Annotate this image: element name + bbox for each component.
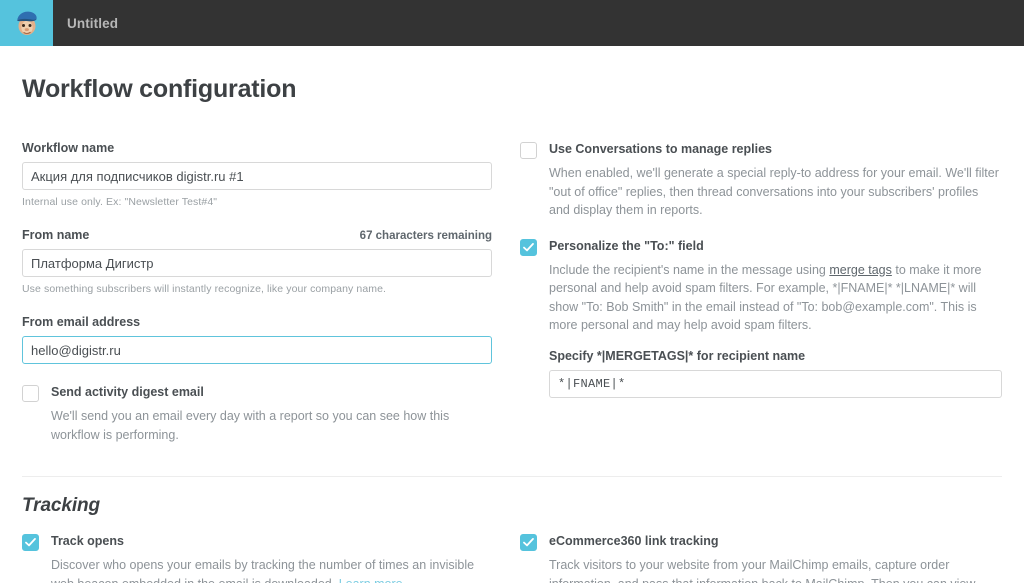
- track-opens-description: Discover who opens your emails by tracki…: [51, 556, 492, 583]
- workflow-name-field: Workflow name Internal use only. Ex: "Ne…: [22, 141, 492, 208]
- ecommerce360-row[interactable]: eCommerce360 link tracking Track visitor…: [520, 533, 1002, 583]
- tracking-columns: Track opens Discover who opens your emai…: [22, 533, 1002, 583]
- ecommerce360-description: Track visitors to your website from your…: [549, 556, 1002, 583]
- tracking-right-column: eCommerce360 link tracking Track visitor…: [492, 533, 1002, 583]
- merge-tags-link[interactable]: merge tags: [829, 263, 892, 277]
- tracking-section: Tracking Track opens Discover who opens …: [0, 495, 1024, 583]
- from-email-field: From email address: [22, 315, 492, 364]
- activity-digest-label: Send activity digest email: [51, 385, 204, 399]
- from-email-input[interactable]: [22, 336, 492, 364]
- from-name-field: From name 67 characters remaining Use so…: [22, 228, 492, 295]
- conversations-label: Use Conversations to manage replies: [549, 142, 772, 156]
- ecommerce360-label: eCommerce360 link tracking: [549, 534, 719, 548]
- from-email-label: From email address: [22, 315, 141, 329]
- mergetag-label: Specify *|MERGETAGS|* for recipient name: [549, 348, 806, 363]
- from-name-label: From name: [22, 228, 90, 242]
- track-opens-desc-text: Discover who opens your emails by tracki…: [51, 558, 475, 583]
- right-column: Use Conversations to manage replies When…: [492, 141, 1002, 462]
- track-opens-row[interactable]: Track opens Discover who opens your emai…: [22, 533, 492, 583]
- left-column: Workflow name Internal use only. Ex: "Ne…: [22, 141, 492, 462]
- workflow-name-input[interactable]: [22, 162, 492, 190]
- track-opens-checkbox[interactable]: [22, 534, 39, 551]
- workflow-name-hint: Internal use only. Ex: "Newsletter Test#…: [22, 196, 218, 208]
- tracking-left-column: Track opens Discover who opens your emai…: [22, 533, 492, 583]
- mailchimp-freddie-icon: [12, 8, 42, 38]
- track-opens-label: Track opens: [51, 534, 124, 548]
- from-name-hint: Use something subscribers will instantly…: [22, 283, 387, 295]
- workflow-name-label: Workflow name: [22, 141, 115, 155]
- personalize-to-label: Personalize the "To:" field: [549, 238, 704, 253]
- conversations-description: When enabled, we'll generate a special r…: [549, 166, 999, 217]
- personalize-to-row[interactable]: Personalize the "To:" field Include the …: [520, 238, 1002, 398]
- track-opens-learn-more-link[interactable]: Learn more: [339, 577, 403, 583]
- activity-digest-row[interactable]: Send activity digest email We'll send yo…: [22, 384, 492, 444]
- ecommerce360-desc-text: Track visitors to your website from your…: [549, 558, 975, 583]
- personalize-desc-part1: Include the recipient's name in the mess…: [549, 262, 830, 277]
- page-title: Workflow configuration: [22, 75, 297, 103]
- page-body: Workflow configuration Workflow name Int…: [0, 75, 1024, 462]
- conversations-checkbox[interactable]: [520, 142, 537, 159]
- section-divider: [22, 476, 1002, 477]
- mergetag-input[interactable]: [549, 369, 1002, 398]
- personalize-to-checkbox[interactable]: [520, 238, 537, 256]
- ecommerce360-checkbox[interactable]: [520, 534, 537, 551]
- tracking-title: Tracking: [22, 495, 101, 516]
- from-name-character-counter: 67 characters remaining: [359, 230, 492, 242]
- top-bar: Untitled: [0, 0, 1024, 46]
- activity-digest-checkbox[interactable]: [22, 385, 39, 402]
- config-columns: Workflow name Internal use only. Ex: "Ne…: [22, 141, 1002, 462]
- from-name-input[interactable]: [22, 249, 492, 277]
- conversations-row[interactable]: Use Conversations to manage replies When…: [520, 141, 1002, 220]
- personalize-to-description: Include the recipient's name in the mess…: [549, 261, 1002, 335]
- activity-digest-description: We'll send you an email every day with a…: [51, 409, 450, 442]
- mailchimp-logo-tile[interactable]: [0, 0, 53, 46]
- document-title[interactable]: Untitled: [53, 0, 118, 46]
